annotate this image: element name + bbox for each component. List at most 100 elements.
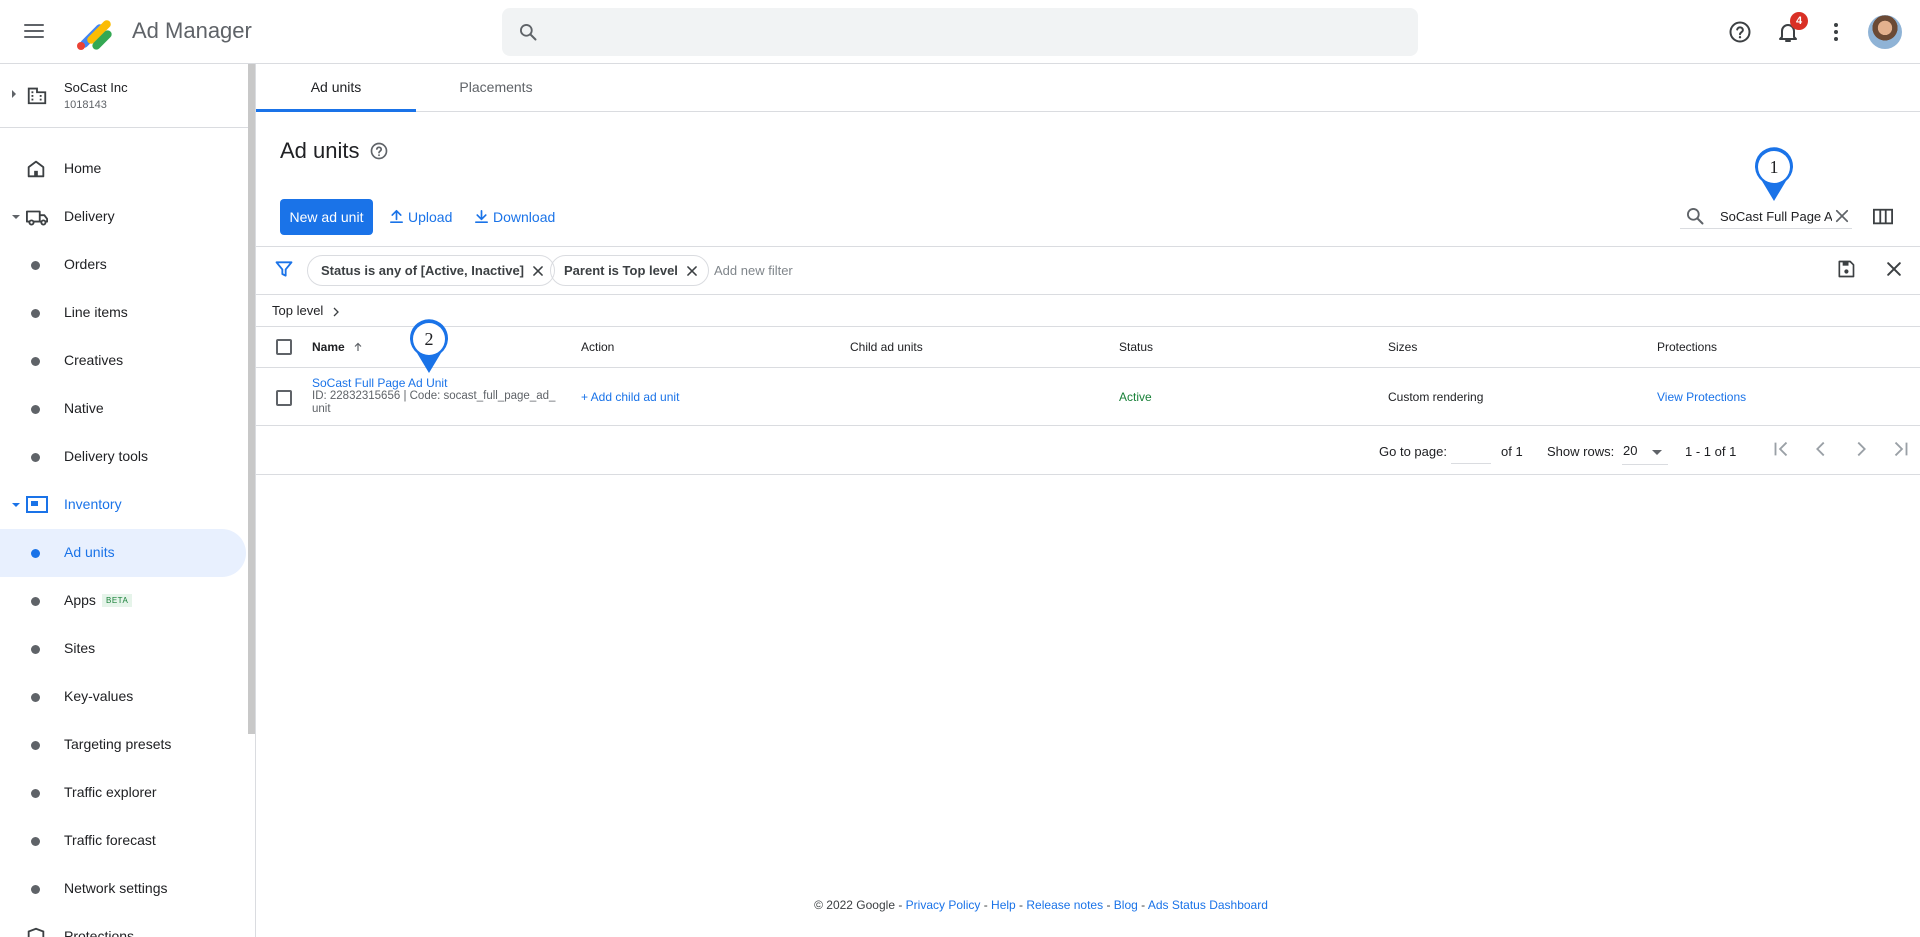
inventory-icon: [26, 496, 48, 513]
bullet-icon: [31, 597, 40, 606]
bullet-icon: [31, 549, 40, 558]
new-ad-unit-button[interactable]: New ad unit: [280, 199, 373, 235]
sidebar-item-ad-units[interactable]: Ad units: [0, 529, 246, 577]
sidebar-item-label: Key-values: [64, 688, 134, 704]
last-page-icon[interactable]: [1890, 438, 1912, 460]
tab-ad-units[interactable]: Ad units: [256, 64, 416, 112]
upload-label: Upload: [408, 209, 453, 225]
help-link[interactable]: Help: [991, 898, 1016, 912]
filter-icon[interactable]: [274, 259, 294, 279]
sidebar-item-targeting-presets[interactable]: Targeting presets: [0, 721, 246, 769]
columns-icon[interactable]: [1872, 207, 1894, 227]
ad-unit-name-link[interactable]: SoCast Full Page Ad Unit: [312, 376, 447, 390]
previous-page-icon[interactable]: [1810, 438, 1832, 460]
bullet-icon: [31, 789, 40, 798]
goto-page-label: Go to page:: [1379, 444, 1447, 459]
remove-filter-icon[interactable]: [685, 264, 699, 278]
global-search-input[interactable]: [558, 16, 1398, 48]
download-icon: [474, 209, 489, 224]
sidebar-item-delivery[interactable]: Delivery: [0, 193, 246, 241]
release-notes-link[interactable]: Release notes: [1026, 898, 1103, 912]
sidebar-item-label: Ad units: [64, 544, 115, 560]
goto-page-input[interactable]: [1451, 436, 1491, 464]
app-title: Ad Manager: [132, 18, 252, 43]
tab-placements[interactable]: Placements: [416, 64, 576, 112]
filter-chip-status[interactable]: Status is any of [Active, Inactive]: [307, 255, 556, 286]
sidebar-item-creatives[interactable]: Creatives: [0, 337, 246, 385]
privacy-policy-link[interactable]: Privacy Policy: [906, 898, 981, 912]
account-name: SoCast Inc: [64, 80, 128, 95]
download-label: Download: [493, 209, 556, 225]
dropdown-caret-icon: [1652, 450, 1662, 455]
upload-button[interactable]: Upload: [388, 208, 452, 225]
page-range-label: 1 - 1 of 1: [1685, 444, 1737, 459]
ad-unit-meta-line2: unit: [312, 403, 331, 415]
add-filter-input[interactable]: Add new filter: [714, 263, 793, 278]
close-icon[interactable]: [1884, 259, 1904, 279]
bullet-icon: [31, 405, 40, 414]
sidebar-item-label: Delivery tools: [64, 448, 149, 464]
sidebar-item-home[interactable]: Home: [0, 145, 246, 193]
download-button[interactable]: Download: [473, 208, 555, 225]
sidebar-item-key-values[interactable]: Key-values: [0, 673, 246, 721]
select-all-checkbox[interactable]: [276, 339, 292, 355]
table-header: Name Action Child ad units Status Sizes …: [256, 326, 1920, 368]
sidebar-scrollbar[interactable]: [248, 64, 255, 734]
account-id: 1018143: [64, 99, 107, 111]
sidebar-item-inventory[interactable]: Inventory: [0, 481, 246, 529]
help-icon[interactable]: [1728, 20, 1752, 44]
bullet-icon: [31, 261, 40, 270]
add-child-ad-unit-link[interactable]: + Add child ad unit: [581, 390, 679, 404]
sidebar-item-label: Sites: [64, 640, 96, 656]
column-header-protections: Protections: [1657, 340, 1718, 354]
sidebar-item-traffic-explorer[interactable]: Traffic explorer: [0, 769, 246, 817]
top-app-bar: Ad Manager 4: [0, 0, 1920, 64]
account-switcher[interactable]: SoCast Inc 1018143: [0, 64, 248, 128]
menu-icon[interactable]: [22, 20, 46, 44]
row-checkbox[interactable]: [276, 390, 292, 406]
first-page-icon[interactable]: [1770, 438, 1792, 460]
more-vert-icon[interactable]: [1824, 20, 1848, 44]
sidebar-item-label: Orders: [64, 256, 107, 272]
table-search-input[interactable]: SoCast Full Page Ad Unit: [1720, 209, 1832, 224]
sidebar-item-line-items[interactable]: Line items: [0, 289, 246, 337]
sidebar-item-sites[interactable]: Sites: [0, 625, 246, 673]
sidebar-item-label: Delivery: [64, 208, 115, 224]
view-protections-link[interactable]: View Protections: [1657, 390, 1746, 404]
ads-status-dashboard-link[interactable]: Ads Status Dashboard: [1148, 898, 1268, 912]
sidebar-item-apps[interactable]: Apps BETA: [0, 577, 246, 625]
ad-manager-logo: [77, 20, 112, 50]
breadcrumb[interactable]: Top level: [272, 303, 342, 318]
bullet-icon: [31, 741, 40, 750]
sidebar-item-traffic-forecast[interactable]: Traffic forecast: [0, 817, 246, 865]
beta-badge: BETA: [102, 594, 133, 607]
remove-filter-icon[interactable]: [531, 264, 545, 278]
bullet-icon: [31, 837, 40, 846]
clear-search-icon[interactable]: [1833, 207, 1851, 225]
annotation-pin-1: 1: [1755, 147, 1793, 201]
help-icon[interactable]: [369, 141, 389, 161]
building-icon: [27, 87, 47, 105]
rows-per-page-select[interactable]: 20: [1622, 439, 1668, 465]
column-header-name[interactable]: Name: [312, 340, 364, 354]
filter-chip-label: Parent is Top level: [564, 263, 678, 278]
blog-link[interactable]: Blog: [1114, 898, 1138, 912]
column-header-child-ad-units: Child ad units: [850, 340, 923, 354]
sort-ascending-icon: [354, 342, 362, 351]
sidebar-item-protections[interactable]: Protections: [0, 913, 246, 937]
save-icon[interactable]: [1836, 259, 1856, 279]
sidebar-item-orders[interactable]: Orders: [0, 241, 246, 289]
sidebar-item-label: Traffic explorer: [64, 784, 157, 800]
avatar[interactable]: [1868, 15, 1902, 49]
status-badge: Active: [1119, 390, 1152, 404]
sidebar-item-delivery-tools[interactable]: Delivery tools: [0, 433, 246, 481]
footer: © 2022 Google - Privacy Policy - Help - …: [814, 898, 1268, 912]
filter-chip-parent[interactable]: Parent is Top level: [550, 255, 709, 286]
sizes-cell: Custom rendering: [1388, 390, 1484, 404]
sidebar-item-label: Traffic forecast: [64, 832, 156, 848]
next-page-icon[interactable]: [1850, 438, 1872, 460]
sidebar-item-native[interactable]: Native: [0, 385, 246, 433]
copyright: © 2022 Google -: [814, 898, 906, 912]
sidebar-item-label: Line items: [64, 304, 128, 320]
global-search[interactable]: [502, 8, 1418, 56]
